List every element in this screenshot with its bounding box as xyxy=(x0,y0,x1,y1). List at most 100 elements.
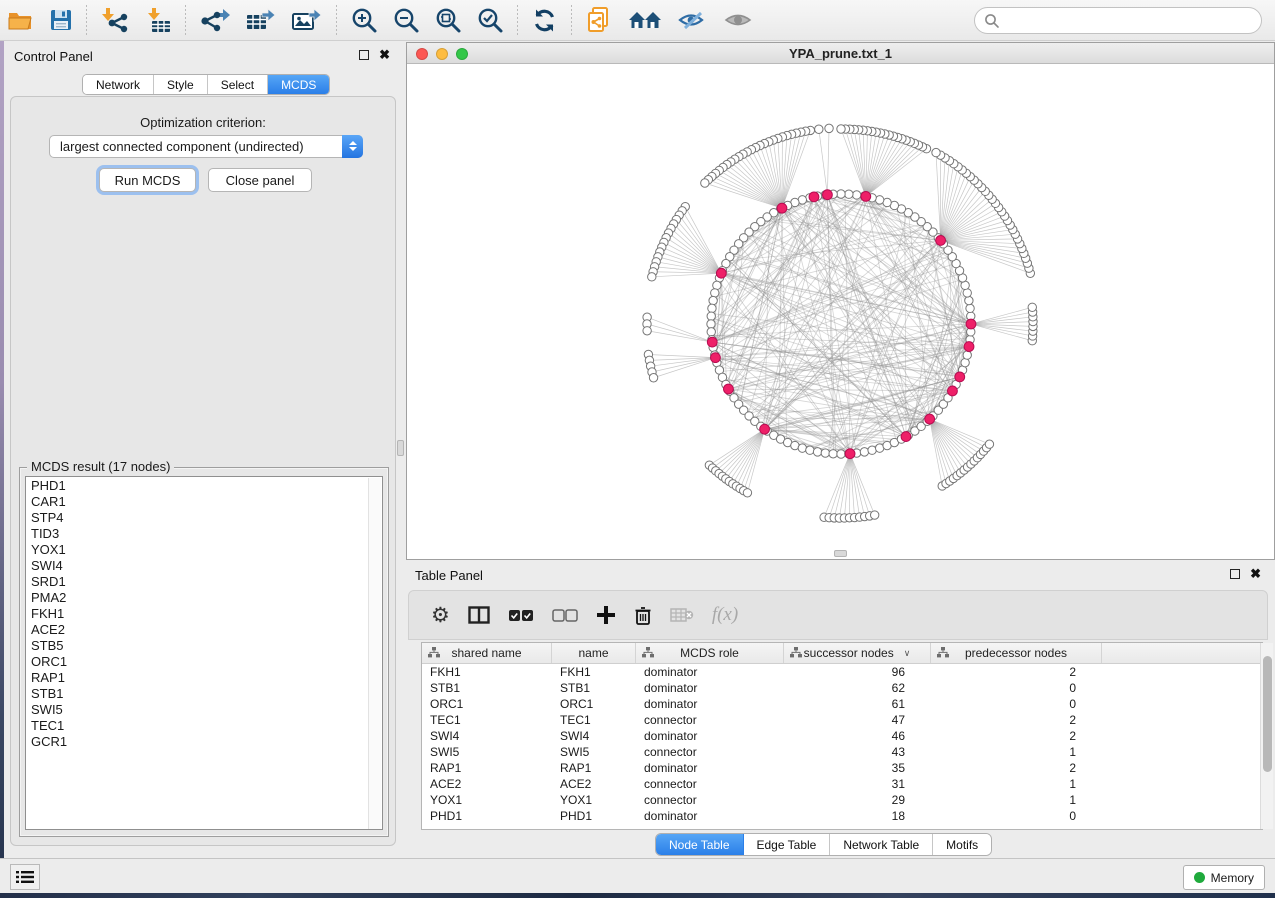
tab-edge-table[interactable]: Edge Table xyxy=(744,834,831,855)
mcds-node[interactable] xyxy=(716,268,726,278)
cell-MCDS-role[interactable]: dominator xyxy=(636,681,784,695)
cell-predecessor-nodes[interactable]: 0 xyxy=(931,697,1102,711)
cell-successor-nodes[interactable]: 47 xyxy=(784,713,931,727)
table-row[interactable]: RAP1RAP1dominator352 xyxy=(422,760,1262,776)
mcds-node[interactable] xyxy=(948,386,958,396)
mcds-node[interactable] xyxy=(707,337,717,347)
cell-MCDS-role[interactable]: connector xyxy=(636,713,784,727)
table-scrollbar[interactable] xyxy=(1260,643,1273,829)
tab-network[interactable]: Network xyxy=(83,75,154,94)
zoom-fit-button[interactable] xyxy=(427,3,469,37)
mcds-result-item[interactable]: PHD1 xyxy=(26,477,382,493)
cell-successor-nodes[interactable]: 29 xyxy=(784,793,931,807)
refresh-view-button[interactable] xyxy=(524,3,565,37)
float-panel-icon[interactable] xyxy=(1230,569,1240,579)
leaf-node[interactable] xyxy=(649,374,657,382)
mcds-result-item[interactable]: STP4 xyxy=(26,509,382,525)
leaf-node[interactable] xyxy=(1028,303,1036,311)
mcds-result-item[interactable]: FKH1 xyxy=(26,605,382,621)
network-node[interactable] xyxy=(707,320,715,328)
mcds-node[interactable] xyxy=(955,372,965,382)
cell-shared-name[interactable]: PHD1 xyxy=(422,809,552,823)
mcds-result-item[interactable]: PMA2 xyxy=(26,589,382,605)
mcds-result-list[interactable]: PHD1CAR1STP4TID3YOX1SWI4SRD1PMA2FKH1ACE2… xyxy=(25,476,383,830)
cell-name[interactable]: FKH1 xyxy=(552,665,636,679)
column-header-name[interactable]: name xyxy=(552,643,636,663)
tab-network-table[interactable]: Network Table xyxy=(830,834,933,855)
cell-name[interactable]: SWI4 xyxy=(552,729,636,743)
cell-shared-name[interactable]: TEC1 xyxy=(422,713,552,727)
split-divider-grip-horizontal[interactable] xyxy=(834,550,847,557)
delete-table-button[interactable] xyxy=(670,607,694,623)
mcds-node[interactable] xyxy=(964,342,974,352)
cell-predecessor-nodes[interactable]: 2 xyxy=(931,761,1102,775)
cell-successor-nodes[interactable]: 35 xyxy=(784,761,931,775)
network-node[interactable] xyxy=(963,351,971,359)
leaf-node[interactable] xyxy=(643,327,651,335)
cell-shared-name[interactable]: RAP1 xyxy=(422,761,552,775)
column-header-successor-nodes[interactable]: successor nodes∨ xyxy=(784,643,931,663)
network-node[interactable] xyxy=(852,191,860,199)
deselect-all-button[interactable] xyxy=(552,609,578,622)
mcds-result-item[interactable]: SRD1 xyxy=(26,573,382,589)
select-all-button[interactable] xyxy=(508,609,534,622)
cell-name[interactable]: STB1 xyxy=(552,681,636,695)
network-node[interactable] xyxy=(860,448,868,456)
mcds-result-item[interactable]: RAP1 xyxy=(26,669,382,685)
mcds-result-item[interactable]: ACE2 xyxy=(26,621,382,637)
leaf-node[interactable] xyxy=(932,148,940,156)
mcds-node[interactable] xyxy=(936,236,946,246)
network-node[interactable] xyxy=(837,450,845,458)
task-history-button[interactable] xyxy=(10,864,40,890)
cell-name[interactable]: RAP1 xyxy=(552,761,636,775)
cell-MCDS-role[interactable]: connector xyxy=(636,793,784,807)
leaf-node[interactable] xyxy=(985,440,993,448)
mcds-node[interactable] xyxy=(861,191,871,201)
cell-MCDS-role[interactable]: connector xyxy=(636,777,784,791)
hide-selected-button[interactable] xyxy=(670,3,716,37)
leaf-node[interactable] xyxy=(701,179,709,187)
split-divider-grip-vertical[interactable] xyxy=(397,440,404,456)
cell-name[interactable]: ACE2 xyxy=(552,777,636,791)
close-panel-button[interactable]: Close panel xyxy=(208,168,312,192)
cell-MCDS-role[interactable]: dominator xyxy=(636,809,784,823)
cell-shared-name[interactable]: SWI5 xyxy=(422,745,552,759)
mcds-result-item[interactable]: TEC1 xyxy=(26,717,382,733)
leaf-node[interactable] xyxy=(870,511,878,519)
table-scrollbar-thumb[interactable] xyxy=(1263,656,1272,772)
cell-shared-name[interactable]: ORC1 xyxy=(422,697,552,711)
cell-successor-nodes[interactable]: 18 xyxy=(784,809,931,823)
network-node[interactable] xyxy=(966,304,974,312)
mcds-node[interactable] xyxy=(760,424,770,434)
cell-successor-nodes[interactable]: 43 xyxy=(784,745,931,759)
network-node[interactable] xyxy=(829,450,837,458)
mcds-result-item[interactable]: SWI5 xyxy=(26,701,382,717)
table-row[interactable]: ORC1ORC1dominator610 xyxy=(422,696,1262,712)
table-row[interactable]: STB1STB1dominator620 xyxy=(422,680,1262,696)
table-row[interactable]: TEC1TEC1connector472 xyxy=(422,712,1262,728)
mcds-result-item[interactable]: YOX1 xyxy=(26,541,382,557)
leaf-node[interactable] xyxy=(837,125,845,133)
export-table-button[interactable] xyxy=(238,3,284,37)
cell-predecessor-nodes[interactable]: 0 xyxy=(931,809,1102,823)
cell-successor-nodes[interactable]: 46 xyxy=(784,729,931,743)
leaf-node[interactable] xyxy=(648,273,656,281)
float-panel-icon[interactable] xyxy=(359,50,369,60)
cell-predecessor-nodes[interactable]: 2 xyxy=(931,713,1102,727)
run-mcds-button[interactable]: Run MCDS xyxy=(99,168,196,192)
network-node[interactable] xyxy=(711,289,719,297)
export-image-button[interactable] xyxy=(284,3,330,37)
mcds-node[interactable] xyxy=(711,353,721,363)
table-row[interactable]: SWI5SWI5connector431 xyxy=(422,744,1262,760)
network-window-titlebar[interactable]: YPA_prune.txt_1 xyxy=(407,43,1274,64)
tab-style[interactable]: Style xyxy=(154,75,208,94)
cell-successor-nodes[interactable]: 61 xyxy=(784,697,931,711)
function-builder-button[interactable]: f(x) xyxy=(712,604,738,626)
cell-MCDS-role[interactable]: dominator xyxy=(636,761,784,775)
network-node[interactable] xyxy=(965,296,973,304)
cell-shared-name[interactable]: STB1 xyxy=(422,681,552,695)
tab-node-table[interactable]: Node Table xyxy=(656,834,744,855)
column-header-MCDS-role[interactable]: MCDS role xyxy=(636,643,784,663)
table-row[interactable]: ACE2ACE2connector311 xyxy=(422,776,1262,792)
mcds-node[interactable] xyxy=(966,319,976,329)
